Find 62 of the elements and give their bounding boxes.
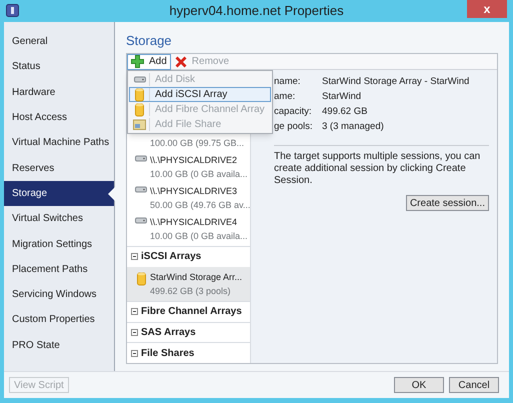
item-detail: 50.00 GB (49.76 GB av... bbox=[150, 199, 250, 212]
app-icon bbox=[6, 4, 19, 17]
tree-item[interactable]: \\.\PHYSICALDRIVE2 10.00 GB (0 GB availa... bbox=[127, 153, 250, 184]
cylinder-icon bbox=[135, 102, 144, 116]
session-note: The target supports multiple sessions, you can create additional session by clicking Create Session. bbox=[274, 151, 482, 187]
cancel-button[interactable]: Cancel bbox=[449, 377, 499, 393]
sidebar-item[interactable]: Host Access bbox=[4, 104, 114, 130]
sidebar-item[interactable]: General bbox=[4, 29, 114, 54]
tree-group[interactable]: SAS Arrays bbox=[127, 322, 250, 342]
tree-group[interactable]: Fibre Channel Arrays bbox=[127, 300, 250, 322]
property-label: capacity: bbox=[274, 105, 312, 120]
item-name: \\.\PHYSICALDRIVE2 bbox=[150, 154, 238, 167]
tree-item[interactable]: \\.\PHYSICALDRIVE3 50.00 GB (49.76 GB av... bbox=[127, 184, 250, 215]
close-icon bbox=[174, 56, 187, 68]
section-heading: Storage bbox=[126, 32, 173, 50]
tree-item[interactable]: StarWind Storage Arr... 499.62 GB (3 pools) bbox=[127, 266, 250, 301]
group-label: iSCSI Arrays bbox=[141, 250, 202, 264]
collapse-icon[interactable] bbox=[131, 350, 138, 357]
group-label: File Shares bbox=[141, 346, 194, 361]
property-label: ge pools: bbox=[274, 120, 314, 134]
sidebar-item[interactable]: PRO State bbox=[4, 332, 114, 358]
item-detail: 100.00 GB (99.75 GB... bbox=[150, 137, 244, 150]
cylinder-icon bbox=[136, 272, 146, 286]
sidebar-item[interactable]: Custom Properties bbox=[4, 307, 114, 333]
tree-group[interactable]: File Shares bbox=[127, 342, 250, 363]
menu-item[interactable]: Add iSCSI Array bbox=[129, 87, 271, 102]
sidebar-item[interactable]: Hardware bbox=[4, 80, 114, 105]
toolbar-button[interactable]: Add bbox=[127, 54, 171, 70]
create-session-button[interactable]: Create session... bbox=[406, 195, 489, 211]
property-value: 3 (3 managed) bbox=[322, 120, 384, 134]
tree-item[interactable]: 100.00 GB (99.75 GB... bbox=[127, 136, 250, 153]
property-label: name: bbox=[274, 75, 302, 90]
tree-item[interactable]: \\.\PHYSICALDRIVE4 10.00 GB (0 GB availa... bbox=[127, 215, 250, 246]
sidebar-item[interactable]: Storage bbox=[4, 180, 114, 206]
sidebar-item[interactable]: Status bbox=[4, 54, 114, 80]
sidebar-item[interactable]: Servicing Windows bbox=[4, 282, 114, 308]
collapse-icon[interactable] bbox=[131, 308, 138, 316]
property-value: StarWind Storage Array - StarWind bbox=[322, 75, 470, 90]
item-name: StarWind Storage Arr... bbox=[150, 270, 242, 284]
sidebar-item[interactable]: Virtual Machine Paths bbox=[4, 130, 114, 156]
plus-icon bbox=[131, 55, 144, 68]
sidebar-item[interactable]: Virtual Switches bbox=[4, 206, 114, 232]
item-detail: 10.00 GB (0 GB availa... bbox=[150, 168, 248, 181]
ok-button[interactable]: OK bbox=[394, 377, 444, 393]
group-label: Fibre Channel Arrays bbox=[141, 305, 242, 320]
property-label: ame: bbox=[274, 90, 296, 104]
sidebar-item[interactable]: Reserves bbox=[4, 155, 114, 181]
property-value: StarWind bbox=[322, 90, 362, 104]
sidebar-item[interactable]: Migration Settings bbox=[4, 231, 114, 257]
sidebar-item[interactable]: Placement Paths bbox=[4, 256, 114, 282]
item-detail: 499.62 GB (3 pools) bbox=[150, 284, 232, 298]
item-name: \\.\PHYSICALDRIVE3 bbox=[150, 185, 238, 198]
property-value: 499.62 GB bbox=[322, 105, 368, 120]
collapse-icon[interactable] bbox=[131, 253, 138, 260]
group-label: SAS Arrays bbox=[141, 326, 196, 340]
cylinder-icon bbox=[135, 88, 144, 102]
collapse-icon[interactable] bbox=[131, 328, 138, 336]
item-detail: 10.00 GB (0 GB availa... bbox=[150, 230, 248, 243]
item-name: \\.\PHYSICALDRIVE4 bbox=[150, 216, 238, 229]
close-button[interactable]: x bbox=[467, 0, 507, 18]
folder-icon bbox=[133, 119, 146, 130]
window-title: hyperv04.home.net Properties bbox=[169, 2, 344, 20]
